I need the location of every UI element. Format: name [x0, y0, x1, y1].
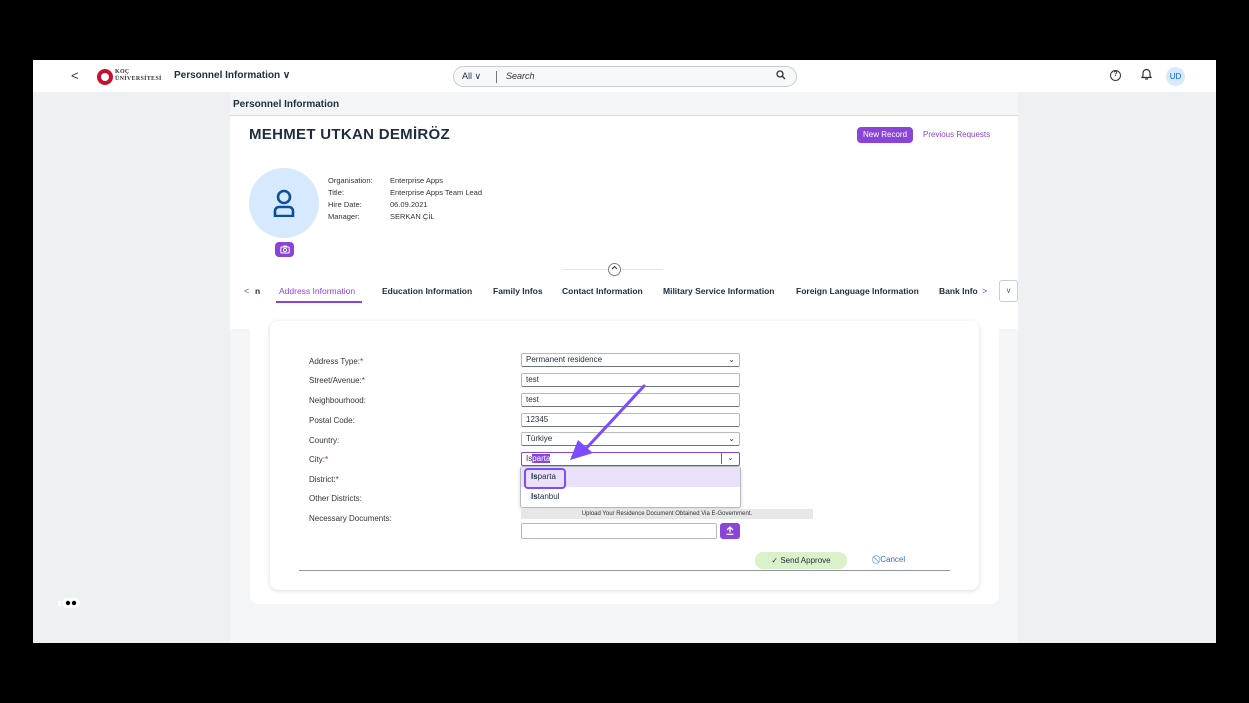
app-screen: < KOÇ ÜNİVERSİTESİ Personnel Information…: [33, 60, 1216, 643]
annotation-arrow-icon: [570, 384, 646, 460]
assistant-bot-icon[interactable]: [58, 596, 82, 612]
